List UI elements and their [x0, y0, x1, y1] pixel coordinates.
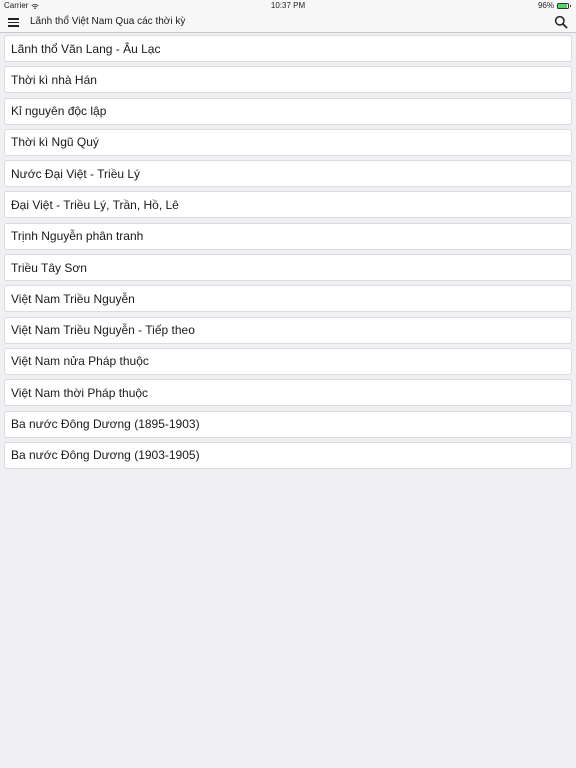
list-item-label: Đại Việt - Triều Lý, Trần, Hồ, Lê: [11, 197, 179, 212]
list-item[interactable]: Thời kì nhà Hán: [4, 66, 572, 94]
status-time: 10:37 PM: [270, 1, 306, 10]
list-item-label: Lãnh thổ Văn Lang - Âu Lạc: [11, 41, 161, 56]
battery-percent: 96%: [537, 1, 554, 10]
period-list: Lãnh thổ Văn Lang - Âu Lạc Thời kì nhà Há…: [4, 35, 572, 473]
list-item-label: Việt Nam Triều Nguyễn - Tiếp theo: [11, 323, 195, 338]
status-bar: Carrier 10:37 PM 96%: [0, 0, 576, 12]
list-item[interactable]: Trịnh Nguyễn phân tranh: [4, 222, 572, 250]
list-item[interactable]: Việt Nam nửa Pháp thuộc: [4, 347, 572, 375]
list-item[interactable]: Lãnh thổ Văn Lang - Âu Lạc: [4, 35, 572, 62]
list-item-label: Triều Tây Sơn: [11, 260, 87, 275]
list-item[interactable]: Việt Nam thời Pháp thuộc: [4, 379, 572, 407]
list-item[interactable]: Ba nước Đông Dương (1903-1905): [4, 441, 572, 469]
list-item-label: Ba nước Đông Dương (1895-1903): [11, 417, 200, 432]
list-item-label: Ba nước Đông Dương (1903-1905): [11, 448, 200, 463]
list-item-label: Việt Nam thời Pháp thuộc: [11, 385, 149, 400]
list-item[interactable]: Việt Nam Triều Nguyễn: [4, 285, 572, 313]
list-item[interactable]: Kỉ nguyên độc lập: [4, 97, 572, 125]
list-item-label: Việt Nam Triều Nguyễn: [11, 291, 135, 306]
list-item[interactable]: Đại Việt - Triều Lý, Trần, Hồ, Lê: [4, 191, 572, 219]
page-title: Lãnh thổ Việt Nam Qua các thời kỳ: [30, 16, 186, 27]
list-item[interactable]: Ba nước Đông Dương (1895-1903): [4, 410, 572, 438]
list-item-label: Kỉ nguyên độc lập: [11, 104, 107, 119]
list-item-label: Nước Đại Việt - Triều Lý: [11, 166, 141, 181]
list-item-label: Thời kì nhà Hán: [11, 72, 97, 87]
list-item-label: Thời kì Ngũ Quý: [11, 135, 99, 150]
list-item[interactable]: Việt Nam Triều Nguyễn - Tiếp theo: [4, 316, 572, 344]
hamburger-menu-icon[interactable]: [7, 16, 21, 28]
list-item-label: Trịnh Nguyễn phân tranh: [11, 229, 144, 244]
search-icon[interactable]: [554, 15, 568, 29]
battery-icon: [557, 2, 572, 10]
list-item[interactable]: Nước Đại Việt - Triều Lý: [4, 160, 572, 188]
list-item[interactable]: Triều Tây Sơn: [4, 254, 572, 282]
nav-bar: Lãnh thổ Việt Nam Qua các thời kỳ: [0, 12, 576, 33]
list-item-label: Việt Nam nửa Pháp thuộc: [11, 354, 149, 369]
status-right: 96%: [538, 0, 572, 12]
list-item[interactable]: Thời kì Ngũ Quý: [4, 128, 572, 156]
